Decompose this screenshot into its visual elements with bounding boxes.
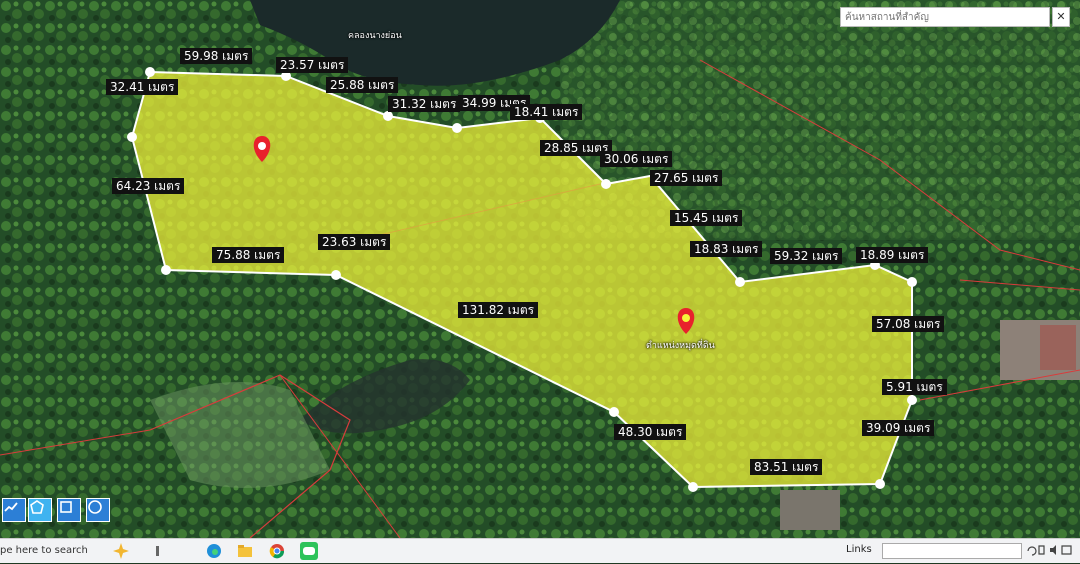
rectangle-tool-button[interactable] bbox=[57, 498, 81, 522]
distance-label: 48.30 เมตร bbox=[614, 424, 687, 440]
canal-label: คลองนางย่อน bbox=[348, 31, 402, 41]
distance-label: 75.88 เมตร bbox=[212, 247, 285, 263]
distance-label: 83.51 เมตร bbox=[750, 459, 823, 475]
windows-taskbar: pe here to search Links bbox=[0, 538, 1080, 563]
edge-icon[interactable] bbox=[205, 542, 223, 560]
distance-label: 18.41 เมตร bbox=[510, 104, 583, 120]
distance-label: 27.65 เมตร bbox=[650, 170, 723, 186]
satellite-map[interactable]: คลองนางย่อน ตำแหน่งหมุดที่ดิน 59.98 เมตร… bbox=[0, 0, 1080, 538]
tray-icons bbox=[1027, 545, 1072, 556]
distance-label: 18.89 เมตร bbox=[856, 247, 929, 263]
circle-tool-button[interactable] bbox=[86, 498, 110, 522]
distance-label: 64.23 เมตร bbox=[112, 178, 185, 194]
distance-label: 25.88 เมตร bbox=[326, 77, 399, 93]
distance-label: 31.32 เมตร bbox=[388, 96, 461, 112]
circle-tool-icon bbox=[88, 500, 102, 514]
distance-label: 59.32 เมตร bbox=[770, 248, 843, 264]
rectangle-tool-icon bbox=[60, 501, 72, 513]
distance-label: 131.82 เมตร bbox=[458, 302, 539, 318]
distance-label: 57.08 เมตร bbox=[872, 316, 945, 332]
distance-label: 39.09 เมตร bbox=[862, 420, 935, 436]
close-icon[interactable]: ✕ bbox=[1052, 7, 1070, 27]
file-explorer-icon[interactable] bbox=[236, 542, 254, 560]
distance-label: 15.45 เมตร bbox=[670, 210, 743, 226]
distance-label: 23.63 เมตร bbox=[318, 234, 391, 250]
polygon-tool-icon bbox=[30, 500, 44, 514]
polygon-tool-button[interactable] bbox=[28, 498, 52, 522]
distance-label: 23.57 เมตร bbox=[276, 57, 349, 73]
freehand-tool-icon bbox=[4, 502, 18, 512]
distance-label: 30.06 เมตร bbox=[600, 151, 673, 167]
line-icon[interactable] bbox=[300, 542, 318, 560]
chrome-icon[interactable] bbox=[268, 542, 286, 560]
task-view-icon[interactable] bbox=[150, 542, 168, 560]
copilot-icon[interactable] bbox=[112, 542, 130, 560]
links-toolbar[interactable]: Links bbox=[846, 544, 872, 555]
distance-label: 18.83 เมตร bbox=[690, 241, 763, 257]
freehand-tool-button[interactable] bbox=[2, 498, 26, 522]
distance-label: 59.98 เมตร bbox=[180, 48, 253, 64]
address-box[interactable] bbox=[882, 543, 1022, 559]
system-tray[interactable] bbox=[1026, 543, 1076, 560]
distance-label: 32.41 เมตร bbox=[106, 79, 179, 95]
distance-label: 5.91 เมตร bbox=[882, 379, 947, 395]
land-pin-label: ตำแหน่งหมุดที่ดิน bbox=[646, 341, 715, 351]
place-search-input[interactable] bbox=[840, 7, 1050, 27]
